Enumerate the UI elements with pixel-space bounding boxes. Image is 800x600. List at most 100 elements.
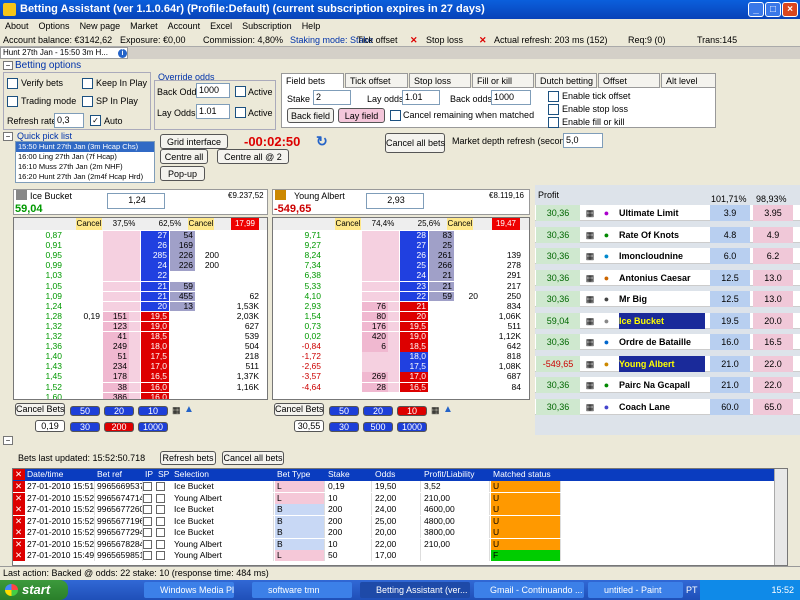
ladder-row[interactable]: 1,60 386 16,0 bbox=[14, 392, 267, 399]
back-volume[interactable]: 21 bbox=[429, 271, 454, 281]
lay-volume[interactable]: 420 bbox=[362, 331, 388, 342]
back-volume[interactable]: 266 bbox=[429, 261, 454, 271]
price-cell[interactable]: 24 bbox=[141, 261, 169, 271]
back-volume[interactable]: 21 bbox=[429, 281, 454, 291]
market-tab[interactable]: Hunt 27th Jan - 15:50 3m H... bbox=[0, 47, 128, 59]
trading-mode-checkbox[interactable] bbox=[7, 96, 18, 107]
task-paint[interactable]: untitled - Paint bbox=[588, 582, 683, 598]
lay-volume[interactable] bbox=[362, 261, 388, 271]
collapse-icon[interactable]: − bbox=[3, 436, 13, 445]
back-volume[interactable] bbox=[429, 342, 454, 352]
header-odds[interactable]: Odds bbox=[373, 469, 421, 480]
stake-1000-button[interactable]: 1000 bbox=[397, 422, 427, 432]
cancel-bet-icon[interactable]: ✕ bbox=[13, 538, 25, 550]
ladder1-stake-display[interactable]: 0,19 bbox=[35, 420, 65, 432]
back-volume[interactable]: 169 bbox=[170, 241, 195, 251]
stake-10-button[interactable]: 10 bbox=[397, 406, 427, 416]
ladder-row[interactable]: 2,93 76 21 834 bbox=[273, 301, 529, 312]
bet-sp[interactable] bbox=[156, 493, 165, 503]
tab-fill-or-kill[interactable]: Fill or kill bbox=[472, 73, 534, 88]
ladder-row[interactable]: 1,32 41 18,5 539 bbox=[14, 331, 267, 342]
table-row[interactable]: ✕ 27-01-2010 15:51 9965669537 Ice Bucket L 0,… bbox=[13, 481, 787, 492]
ladder-row[interactable]: 7,34 25 266 278 bbox=[273, 261, 529, 271]
task-gmail[interactable]: Gmail - Continuando ... bbox=[474, 582, 584, 598]
header-stake[interactable]: Stake bbox=[326, 469, 372, 480]
back-volume[interactable] bbox=[170, 362, 195, 372]
lay-volume[interactable]: 28 bbox=[362, 382, 388, 392]
stake-200-button[interactable]: 200 bbox=[104, 422, 134, 432]
back-volume[interactable]: 226 bbox=[170, 251, 195, 261]
lay-volume[interactable]: 269 bbox=[362, 372, 388, 382]
back-volume[interactable] bbox=[170, 342, 195, 352]
price-cell[interactable]: 26 bbox=[400, 251, 428, 261]
back-price[interactable]: 3.9 bbox=[710, 205, 750, 221]
runner-row[interactable]: 30,36 ▦ ● Pairc Na Gcapall 21.0 22.0 bbox=[535, 377, 800, 393]
ladder-row[interactable]: 9,27 27 25 bbox=[273, 241, 529, 251]
chart-icon[interactable]: ▦ bbox=[583, 227, 597, 243]
tab-tick-offset[interactable]: Tick offset bbox=[345, 73, 408, 88]
tab-stop-loss[interactable]: Stop loss bbox=[409, 73, 471, 88]
price-cell[interactable]: 18,5 bbox=[141, 331, 169, 342]
ladder-row[interactable]: 1,32 123 19,0 627 bbox=[14, 321, 267, 332]
back-field-button[interactable]: Back field bbox=[287, 108, 334, 123]
bet-sp[interactable] bbox=[156, 516, 165, 526]
bet-ip[interactable] bbox=[143, 528, 152, 537]
price-cell[interactable]: 19,5 bbox=[400, 321, 428, 332]
ladder-row[interactable]: 0,02 420 19,0 1,12K bbox=[273, 331, 529, 342]
ladder-row[interactable]: -4,64 28 16,5 84 bbox=[273, 382, 529, 392]
table-row[interactable]: ✕ 27-01-2010 15:52 9965674714 Young Albert L… bbox=[13, 492, 787, 504]
stake-20-button[interactable]: 20 bbox=[104, 406, 134, 416]
price-cell[interactable]: 19,5 bbox=[141, 311, 169, 322]
language-indicator[interactable]: PT bbox=[686, 585, 698, 595]
maximize-icon[interactable]: □ bbox=[765, 2, 781, 17]
bets-scrollbar[interactable] bbox=[774, 469, 787, 565]
stake-input[interactable]: 2 bbox=[313, 90, 351, 105]
header-bet-type[interactable]: Bet Type bbox=[275, 469, 325, 480]
price-cell[interactable]: 285 bbox=[141, 251, 169, 261]
price-cell[interactable]: 17,0 bbox=[400, 372, 428, 382]
bet-ip[interactable] bbox=[143, 539, 152, 549]
override-lay-odds-input[interactable]: 1.01 bbox=[196, 104, 230, 119]
lay-volume[interactable] bbox=[362, 352, 388, 362]
runner-row[interactable]: 30,36 ▦ ● Ordre de Bataille 16.0 16.5 bbox=[535, 334, 800, 350]
price-cell[interactable]: 21 bbox=[141, 291, 169, 302]
price-cell[interactable]: 18,0 bbox=[400, 352, 428, 362]
ladder2[interactable]: Cancel 74,4% 25,6% Cancel 19,47 9,71 28 83… bbox=[272, 217, 530, 400]
tab-offset-requests[interactable]: Offset requests bbox=[598, 73, 660, 100]
lay-price[interactable]: 4.9 bbox=[753, 226, 793, 243]
back-price[interactable]: 6.0 bbox=[710, 248, 750, 264]
menu-account[interactable]: Account bbox=[163, 19, 206, 33]
ladder-row[interactable]: 0,99 24 226 200 bbox=[14, 261, 267, 271]
ladder1-cancel-bets-button[interactable]: Cancel Bets bbox=[15, 403, 65, 416]
ladder-row[interactable]: 0,87 27 54 bbox=[14, 230, 267, 241]
enable-tick-offset-checkbox[interactable] bbox=[548, 91, 559, 102]
back-price[interactable]: 21.0 bbox=[710, 377, 750, 393]
lay-volume[interactable]: 6 bbox=[362, 342, 388, 352]
price-cell[interactable]: 22 bbox=[141, 271, 169, 281]
chart-icon[interactable]: ▦ bbox=[583, 291, 597, 307]
back-volume[interactable]: 59 bbox=[429, 291, 454, 302]
chart-icon[interactable]: ▦ bbox=[583, 399, 597, 415]
cancel-bet-icon[interactable]: ✕ bbox=[13, 515, 25, 527]
stake-10-button[interactable]: 10 bbox=[138, 406, 168, 416]
lay-volume[interactable] bbox=[362, 271, 388, 281]
ladder-row[interactable]: -2,65 17,5 1,08K bbox=[273, 362, 529, 372]
lay-price[interactable]: 6.2 bbox=[753, 248, 793, 264]
auto-checkbox[interactable]: ✓ bbox=[90, 115, 101, 126]
back-volume[interactable] bbox=[170, 311, 195, 322]
up-arrow-icon[interactable]: ▲ bbox=[184, 404, 194, 415]
price-cell[interactable]: 19,0 bbox=[141, 321, 169, 332]
stake-50-button[interactable]: 50 bbox=[329, 406, 359, 416]
back-volume[interactable] bbox=[429, 372, 454, 382]
back-volume[interactable]: 226 bbox=[170, 261, 195, 271]
bet-sp[interactable] bbox=[156, 551, 165, 560]
lay-volume[interactable]: 80 bbox=[362, 311, 388, 322]
lay-volume[interactable]: 178 bbox=[103, 372, 129, 382]
cancel-all-bets-button[interactable]: Cancel all bets bbox=[385, 133, 445, 153]
ladder-row[interactable]: 1,54 80 20 1,06K bbox=[273, 311, 529, 322]
price-cell[interactable]: 26 bbox=[141, 241, 169, 251]
stake-1000-button[interactable]: 1000 bbox=[138, 422, 168, 432]
bet-ip[interactable] bbox=[143, 551, 152, 560]
menu-market[interactable]: Market bbox=[125, 19, 163, 33]
tab-alt-level-profit[interactable]: Alt level profit bbox=[661, 73, 716, 100]
